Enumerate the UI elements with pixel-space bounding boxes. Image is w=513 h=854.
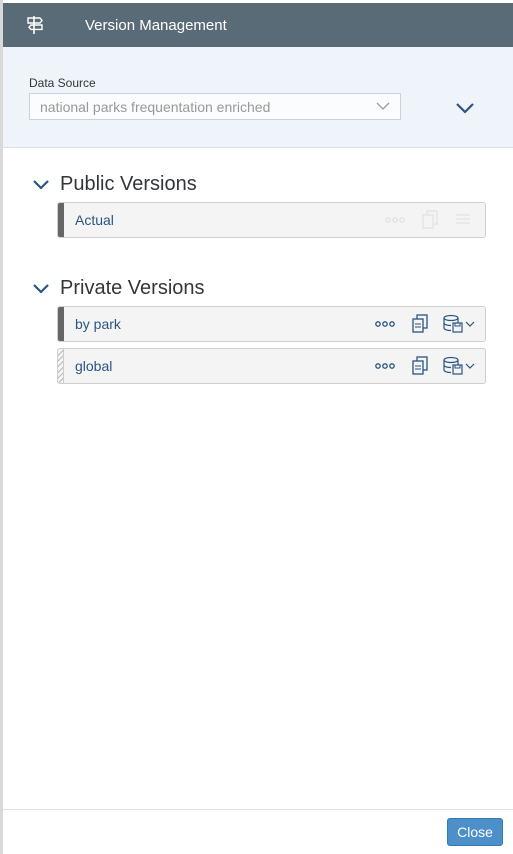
version-status-bar bbox=[58, 203, 64, 237]
public-versions-header[interactable]: Public Versions bbox=[32, 173, 197, 196]
panel-header: Version Management bbox=[3, 3, 513, 47]
version-row-by-park[interactable]: by park bbox=[57, 306, 486, 342]
version-name: global bbox=[75, 358, 113, 374]
private-versions-header[interactable]: Private Versions bbox=[32, 277, 205, 300]
collapse-toggle-chevron-icon[interactable] bbox=[455, 101, 475, 115]
private-versions-title: Private Versions bbox=[60, 277, 205, 299]
chevron-down-icon bbox=[33, 283, 49, 294]
version-status-bar bbox=[58, 307, 64, 341]
more-options-icon bbox=[383, 203, 407, 237]
copy-icon bbox=[418, 203, 442, 237]
more-options-icon[interactable] bbox=[372, 307, 398, 341]
data-source-value: national parks frequentation enriched bbox=[40, 99, 271, 115]
data-source-section: Data Source national parks frequentation… bbox=[3, 47, 513, 148]
save-version-dropdown-icon[interactable] bbox=[440, 349, 480, 383]
version-management-panel: Version Management Data Source national … bbox=[3, 3, 513, 854]
version-row-global[interactable]: global bbox=[57, 348, 486, 384]
publish-icon bbox=[452, 203, 478, 237]
more-options-icon[interactable] bbox=[372, 349, 398, 383]
chevron-down-icon bbox=[376, 102, 390, 110]
signpost-icon bbox=[27, 16, 43, 34]
close-button[interactable]: Close bbox=[447, 818, 503, 846]
version-name: Actual bbox=[75, 212, 114, 228]
data-source-select[interactable]: national parks frequentation enriched bbox=[29, 93, 401, 120]
footer-divider bbox=[3, 809, 513, 810]
copy-icon[interactable] bbox=[408, 349, 432, 383]
version-status-bar bbox=[58, 349, 64, 383]
copy-icon[interactable] bbox=[408, 307, 432, 341]
chevron-down-icon bbox=[33, 179, 49, 190]
version-row-actual[interactable]: Actual bbox=[57, 202, 486, 238]
panel-title: Version Management bbox=[85, 16, 227, 34]
public-versions-title: Public Versions bbox=[60, 173, 197, 195]
version-name: by park bbox=[75, 316, 121, 332]
save-version-dropdown-icon[interactable] bbox=[440, 307, 480, 341]
data-source-label: Data Source bbox=[29, 76, 96, 90]
